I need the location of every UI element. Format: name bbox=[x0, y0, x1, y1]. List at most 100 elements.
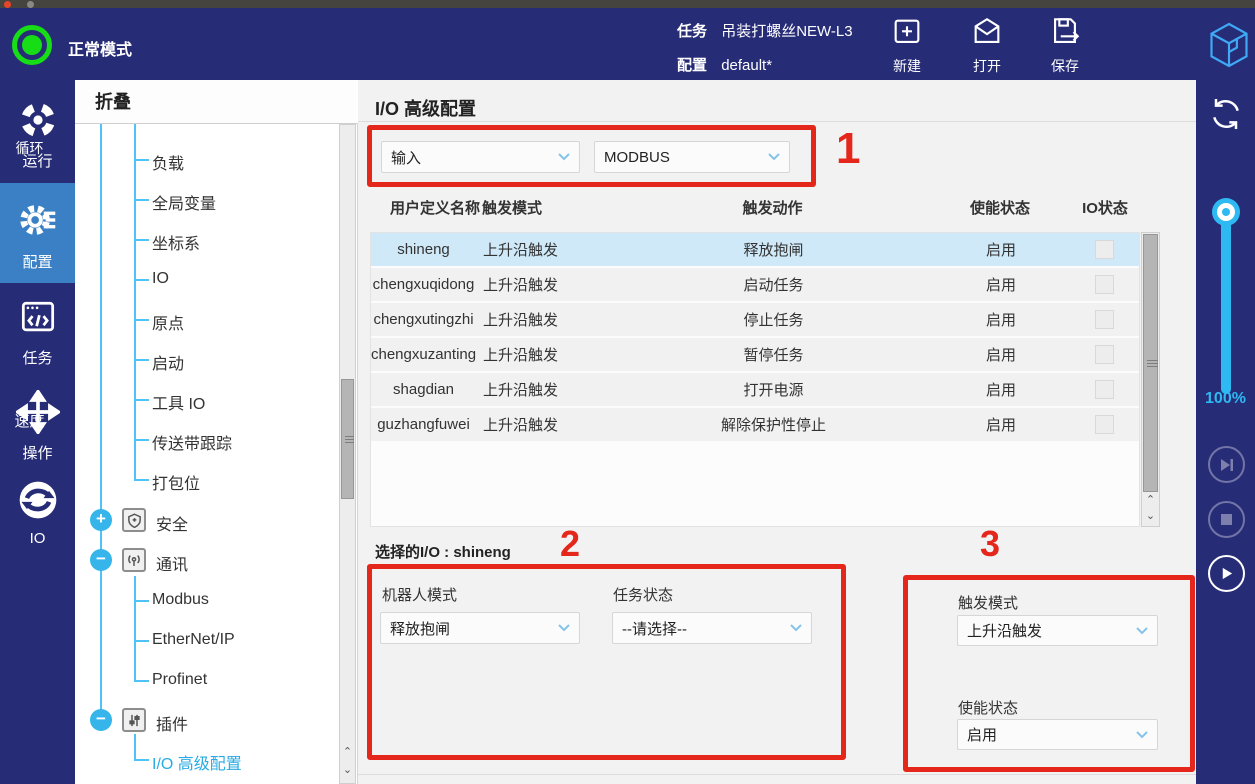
io-table: shineng 上升沿触发 释放抱闸 启用 chengxuqidong 上升沿触… bbox=[370, 232, 1140, 527]
tree-scrollbar-thumb[interactable] bbox=[341, 379, 354, 499]
tree-item-modbus[interactable]: Modbus bbox=[152, 591, 209, 609]
table-scrollbar-thumb[interactable] bbox=[1143, 234, 1158, 492]
step-button[interactable] bbox=[1208, 446, 1245, 483]
stop-button[interactable] bbox=[1208, 501, 1245, 538]
sidebar-item-task[interactable]: 任务 bbox=[0, 295, 75, 375]
col-header-trigger-mode: 触发模式 bbox=[482, 197, 622, 223]
tree-item-coord[interactable]: 坐标系 bbox=[152, 230, 200, 254]
table-scrollbar[interactable]: ⌃ ⌄ bbox=[1141, 232, 1160, 527]
io-direction-select[interactable]: 输入 bbox=[381, 141, 580, 173]
tree-item-ethernet-ip[interactable]: EtherNet/IP bbox=[152, 631, 235, 649]
table-row[interactable]: guzhangfuwei 上升沿触发 解除保护性停止 启用 bbox=[371, 408, 1139, 441]
sidebar-item-config[interactable]: 配置 bbox=[0, 183, 75, 283]
loop-label: 循环 bbox=[0, 138, 59, 158]
save-button[interactable]: 保存 bbox=[1042, 15, 1088, 76]
table-row[interactable]: shagdian 上升沿触发 打开电源 启用 bbox=[371, 373, 1139, 406]
table-row[interactable]: chengxutingzhi 上升沿触发 停止任务 启用 bbox=[371, 303, 1139, 336]
cell-enable: 启用 bbox=[931, 344, 1071, 365]
io-state-checkbox[interactable] bbox=[1095, 275, 1114, 294]
tree-item-global-vars[interactable]: 全局变量 bbox=[152, 190, 216, 214]
io-state-checkbox[interactable] bbox=[1095, 240, 1114, 259]
io-sync-icon bbox=[16, 509, 60, 526]
table-row[interactable]: chengxuzanting 上升沿触发 暂停任务 启用 bbox=[371, 338, 1139, 371]
col-header-io-state: IO状态 bbox=[1070, 197, 1140, 223]
io-state-checkbox[interactable] bbox=[1095, 310, 1114, 329]
window-close-icon[interactable] bbox=[4, 1, 11, 8]
cell-name: shagdian bbox=[371, 381, 476, 398]
trigger-mode-select[interactable]: 上升沿触发 bbox=[957, 615, 1158, 646]
tree-item-origin[interactable]: 原点 bbox=[152, 310, 184, 334]
sidebar-item-io-label: IO bbox=[0, 530, 75, 547]
cell-name: guzhangfuwei bbox=[371, 416, 476, 433]
tree-item-io[interactable]: IO bbox=[152, 270, 169, 288]
tree-collapse-button[interactable]: 折叠 bbox=[75, 80, 358, 124]
tree-tick bbox=[134, 399, 149, 401]
open-button[interactable]: 打开 bbox=[964, 15, 1010, 76]
io-state-checkbox[interactable] bbox=[1095, 380, 1114, 399]
io-state-checkbox[interactable] bbox=[1095, 345, 1114, 364]
app-header: 正常模式 任务 吊装打螺丝NEW-L3 配置 default* 新建 打开 保存 bbox=[0, 8, 1255, 80]
cell-name: chengxuzanting bbox=[371, 346, 476, 363]
antenna-icon bbox=[122, 548, 146, 572]
sidebar-item-io[interactable]: IO bbox=[0, 478, 75, 558]
robot-mode-value: 释放抱闸 bbox=[390, 618, 450, 639]
collapse-minus-icon[interactable]: − bbox=[90, 549, 112, 571]
cell-action: 暂停任务 bbox=[616, 344, 931, 365]
code-window-icon bbox=[16, 326, 60, 343]
speed-slider[interactable] bbox=[1221, 208, 1231, 394]
speed-percent: 100% bbox=[1196, 390, 1255, 408]
tree-item-tool-io[interactable]: 工具 IO bbox=[152, 390, 205, 414]
scroll-down-icon[interactable]: ⌄ bbox=[1142, 509, 1159, 522]
speed-label: 速度 bbox=[0, 410, 59, 431]
tree-item-payload[interactable]: 负载 bbox=[152, 150, 184, 174]
cell-trigger-mode: 上升沿触发 bbox=[476, 414, 616, 435]
table-row[interactable]: shineng 上升沿触发 释放抱闸 启用 bbox=[371, 233, 1139, 266]
scroll-up-icon[interactable]: ⌃ bbox=[340, 745, 355, 758]
table-row[interactable]: chengxuqidong 上升沿触发 启动任务 启用 bbox=[371, 268, 1139, 301]
tree-item-startup[interactable]: 启动 bbox=[152, 350, 184, 374]
tree-item-pack-pos[interactable]: 打包位 bbox=[152, 470, 200, 494]
robot-mode-select[interactable]: 释放抱闸 bbox=[380, 612, 580, 644]
cell-enable: 启用 bbox=[931, 414, 1071, 435]
tree-item-profinet[interactable]: Profinet bbox=[152, 671, 207, 689]
scroll-up-icon[interactable]: ⌃ bbox=[1142, 493, 1159, 506]
shield-icon bbox=[122, 508, 146, 532]
page-title: I/O 高级配置 bbox=[375, 95, 476, 121]
tree-tick bbox=[134, 359, 149, 361]
tree-line bbox=[100, 124, 102, 722]
tree-node-comm[interactable]: 通讯 bbox=[156, 551, 188, 575]
new-button[interactable]: 新建 bbox=[884, 15, 930, 76]
divider bbox=[358, 774, 1196, 775]
cell-enable: 启用 bbox=[931, 379, 1071, 400]
tree-item-conveyor[interactable]: 传送带跟踪 bbox=[152, 430, 232, 454]
sidebar-item-operate-label: 操作 bbox=[0, 442, 75, 463]
cell-trigger-mode: 上升沿触发 bbox=[476, 309, 616, 330]
tree-scrollbar[interactable]: ⌃ ⌄ bbox=[339, 124, 356, 784]
loop-icon[interactable] bbox=[1206, 94, 1246, 139]
chevron-down-icon bbox=[790, 624, 802, 632]
tree-node-plugin[interactable]: 插件 bbox=[156, 711, 188, 735]
play-button[interactable] bbox=[1208, 555, 1245, 592]
io-state-checkbox[interactable] bbox=[1095, 415, 1114, 434]
task-state-select[interactable]: --请选择-- bbox=[612, 612, 812, 644]
enable-state-select[interactable]: 启用 bbox=[957, 719, 1158, 750]
tree-item-io-adv-config[interactable]: I/O 高级配置 bbox=[152, 750, 242, 774]
protocol-select[interactable]: MODBUS bbox=[594, 141, 790, 173]
scroll-down-icon[interactable]: ⌄ bbox=[340, 763, 355, 776]
cell-trigger-mode: 上升沿触发 bbox=[476, 274, 616, 295]
enable-state-value: 启用 bbox=[967, 724, 997, 745]
cell-action: 解除保护性停止 bbox=[616, 414, 931, 435]
tree-tick bbox=[134, 199, 149, 201]
expand-plus-icon[interactable]: + bbox=[90, 509, 112, 531]
cell-enable: 启用 bbox=[931, 274, 1071, 295]
tree-node-safety[interactable]: 安全 bbox=[156, 511, 188, 535]
task-row: 任务 吊装打螺丝NEW-L3 bbox=[677, 20, 853, 41]
collapse-minus-icon[interactable]: − bbox=[90, 709, 112, 731]
col-header-action: 触发动作 bbox=[615, 197, 930, 223]
brand-logo-icon bbox=[1208, 20, 1250, 75]
trigger-mode-label: 触发模式 bbox=[958, 592, 1018, 613]
window-minimize-icon[interactable] bbox=[27, 1, 34, 8]
cell-action: 停止任务 bbox=[616, 309, 931, 330]
sidebar-item-config-label: 配置 bbox=[0, 251, 75, 272]
cell-name: shineng bbox=[371, 241, 476, 258]
